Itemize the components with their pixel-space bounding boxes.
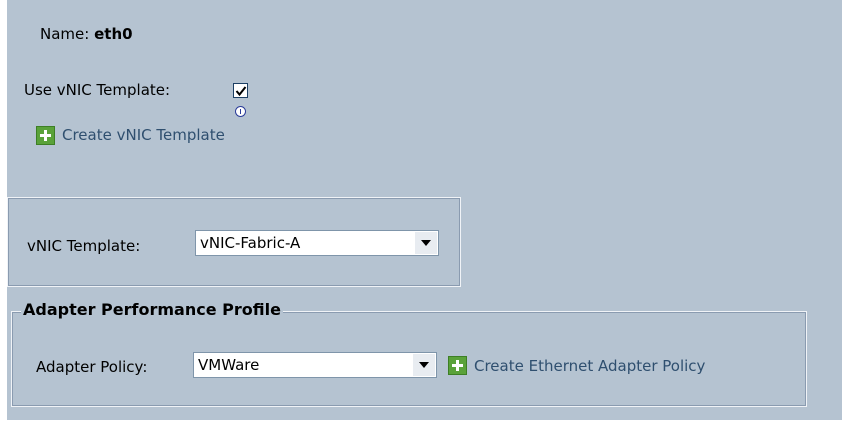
plus-icon[interactable] (448, 356, 467, 375)
checkmark-icon (235, 86, 247, 97)
use-template-label: Use vNIC Template: (24, 81, 171, 99)
create-vnic-template-link[interactable]: Create vNIC Template (62, 126, 225, 144)
vnic-template-select[interactable]: vNIC-Fabric-A (195, 230, 439, 256)
vnic-template-selected: vNIC-Fabric-A (200, 234, 301, 252)
adapter-profile-title: Adapter Performance Profile (21, 300, 283, 319)
vnic-properties-panel: Name: eth0 Use vNIC Template: Create vNI… (7, 0, 842, 420)
dropdown-arrow-icon[interactable] (415, 232, 437, 254)
info-icon[interactable] (235, 106, 246, 117)
use-template-checkbox[interactable] (233, 83, 248, 98)
name-label: Name: (40, 25, 90, 43)
vnic-template-label: vNIC Template: (27, 237, 141, 255)
dropdown-arrow-icon[interactable] (413, 354, 435, 376)
name-value: eth0 (94, 25, 133, 43)
adapter-policy-selected: VMWare (198, 356, 260, 374)
name-row: Name: eth0 (40, 25, 133, 43)
create-ethernet-adapter-policy-link[interactable]: Create Ethernet Adapter Policy (474, 357, 705, 375)
adapter-policy-label: Adapter Policy: (36, 358, 148, 376)
adapter-policy-select[interactable]: VMWare (193, 352, 437, 378)
plus-icon[interactable] (36, 126, 55, 145)
